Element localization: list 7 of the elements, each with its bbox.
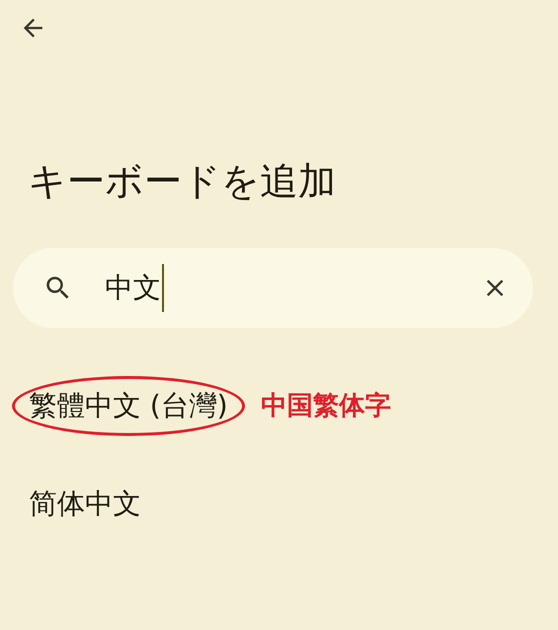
- search-field[interactable]: 中文: [13, 248, 533, 328]
- list-item[interactable]: 繁體中文 (台灣): [12, 376, 245, 436]
- annotation-text: 中国繁体字: [260, 390, 391, 422]
- text-cursor: [162, 264, 164, 312]
- search-text: 中文: [105, 270, 161, 306]
- page-title: キーボードを追加: [28, 162, 337, 200]
- list-item[interactable]: 简体中文: [12, 474, 158, 534]
